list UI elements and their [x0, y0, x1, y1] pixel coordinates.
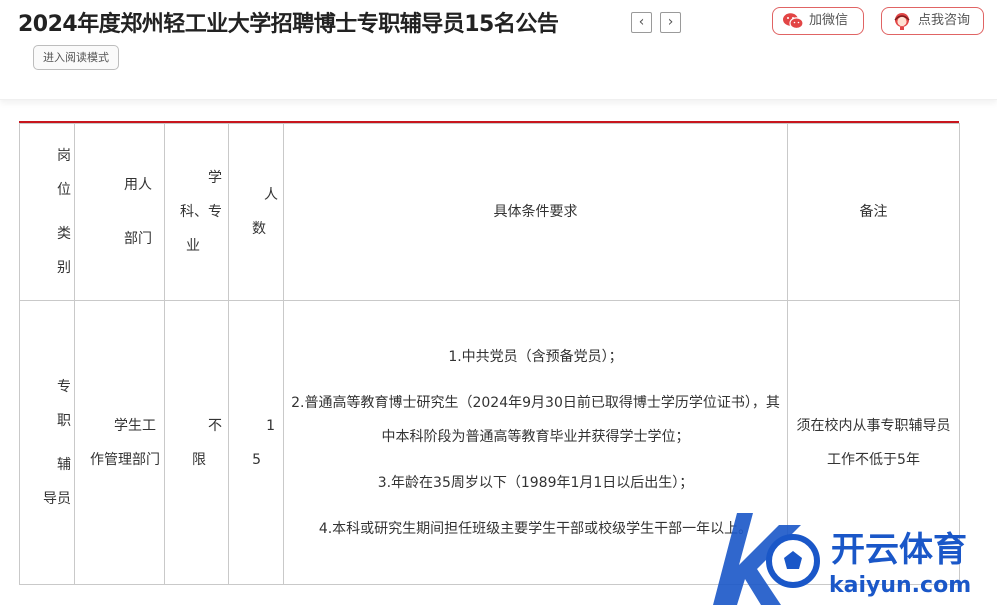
consult-label: 点我咨询: [918, 13, 971, 28]
header-department: 用人 部门: [74, 123, 165, 301]
cell-category: 专 职 辅 导员: [19, 300, 75, 585]
add-wechat-button[interactable]: 加微信: [772, 7, 864, 35]
article-header: 2024年度郑州轻工业大学招聘博士专职辅导员15名公告 ‹ › 进入阅读模式 加…: [0, 0, 997, 100]
requirement-item: 1.中共党员（含预备党员）；: [448, 348, 623, 365]
wechat-icon: [783, 13, 804, 30]
page-title: 2024年度郑州轻工业大学招聘博士专职辅导员15名公告: [18, 12, 559, 37]
requirement-item: 2.普通高等教育博士研究生（2024年9月30日前已取得博士学历学位证书），其中…: [291, 394, 780, 445]
add-wechat-label: 加微信: [809, 13, 849, 28]
requirement-item: 3.年龄在35周岁以下（1989年1月1日以后出生）；: [377, 474, 694, 491]
watermark-brand-name: 开云体育: [831, 530, 967, 570]
header-major: 学 科、专 业: [164, 123, 229, 301]
table-header-row: 岗 位 类 别 用人 部门 学 科、专 业 人 数 具体条件要求 备注: [19, 123, 960, 301]
next-article-button[interactable]: ›: [660, 12, 681, 33]
watermark-domain: kaiyun.com: [829, 573, 971, 598]
header-count: 人 数: [228, 123, 284, 301]
cell-count: 1 5: [228, 300, 284, 585]
header-remarks: 备注: [787, 123, 960, 301]
customer-service-icon: [894, 13, 910, 30]
consult-button[interactable]: 点我咨询: [881, 7, 984, 35]
header-category: 岗 位 类 别: [19, 123, 75, 301]
cell-department: 学生工 作管理部门: [74, 300, 165, 585]
reader-mode-button[interactable]: 进入阅读模式: [33, 45, 119, 70]
header-requirements: 具体条件要求: [283, 123, 788, 301]
prev-article-button[interactable]: ‹: [631, 12, 652, 33]
cell-major: 不 限: [164, 300, 229, 585]
kaiyun-watermark: 开云体育 kaiyun.com: [713, 513, 971, 605]
